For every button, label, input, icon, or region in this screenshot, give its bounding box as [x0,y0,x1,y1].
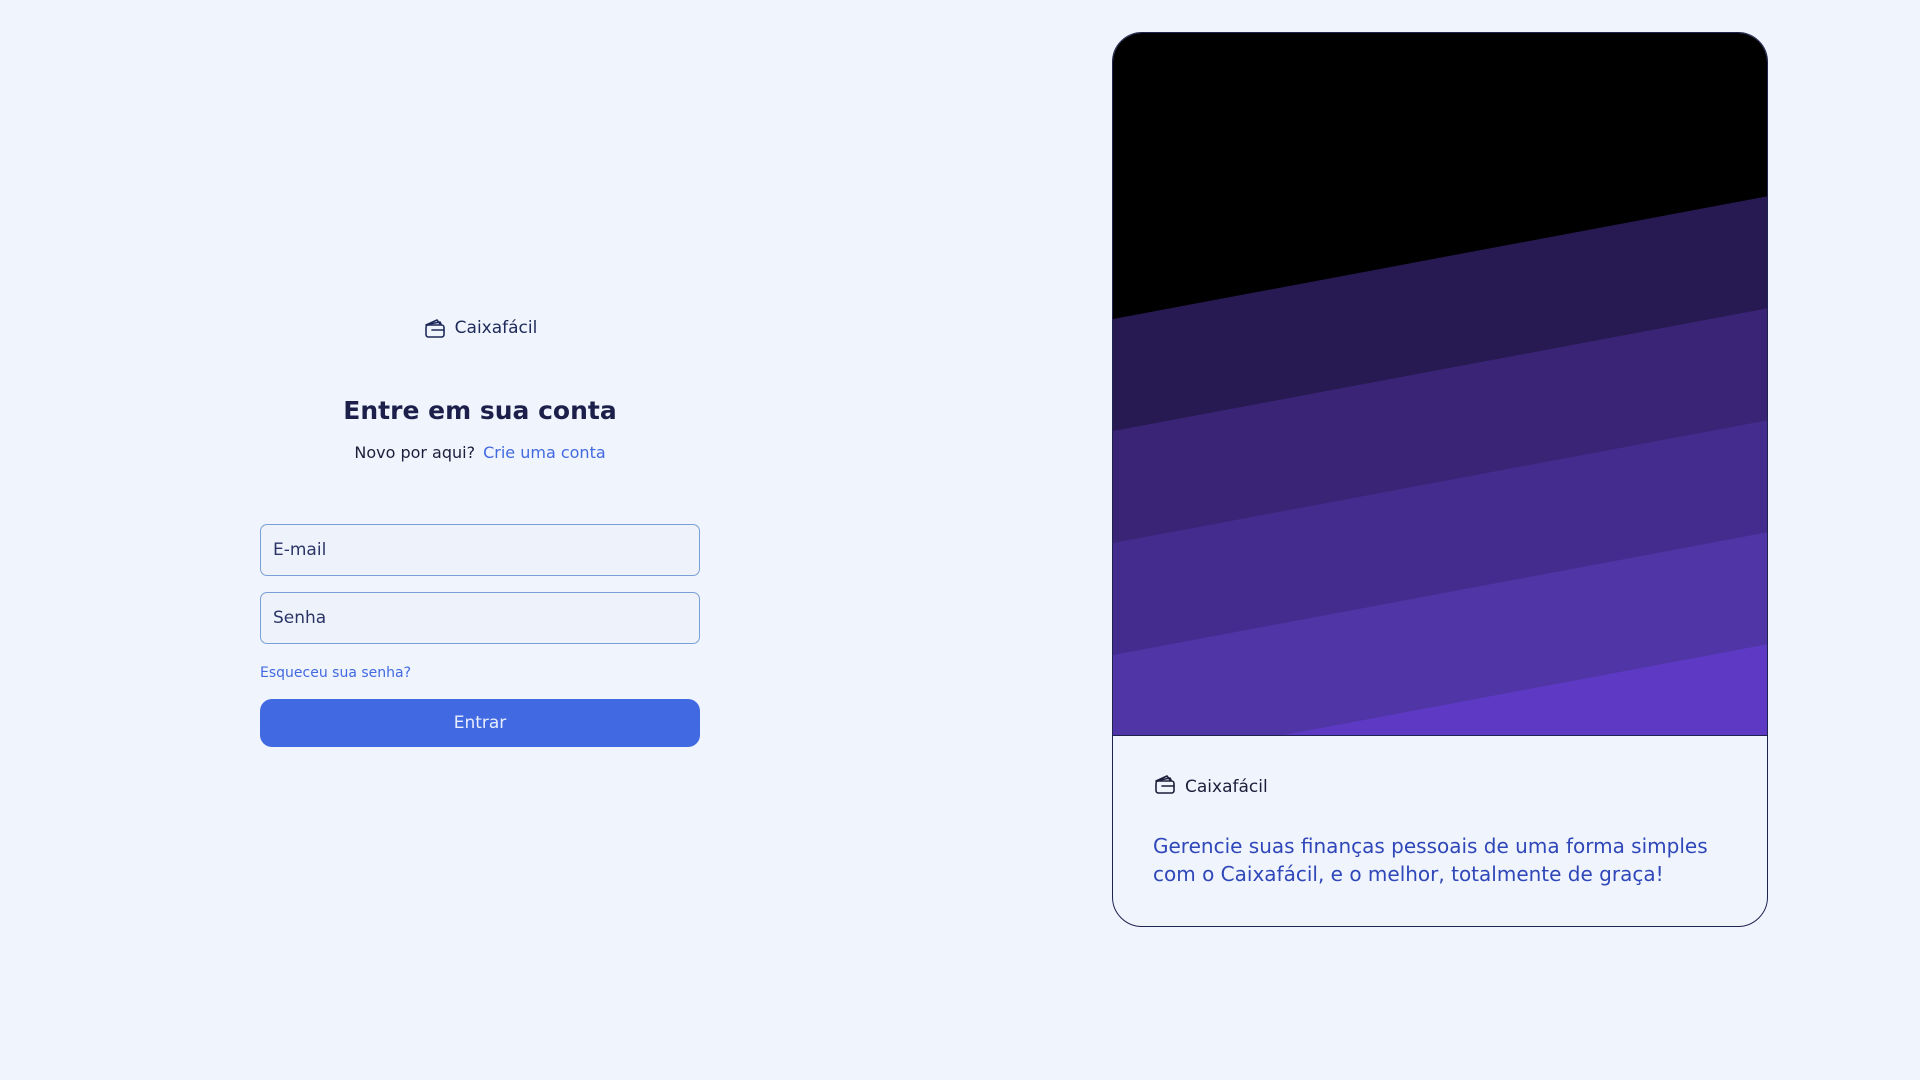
create-account-link[interactable]: Crie uma conta [483,443,606,462]
email-field[interactable] [260,524,700,576]
card-divider [1113,735,1767,736]
promo-message: Gerencie suas finanças pessoais de uma f… [1153,834,1708,886]
promo-content: Caixafácil Gerencie suas finanças pessoa… [1153,773,1743,908]
password-field[interactable] [260,592,700,644]
brand-name: Caixafácil [454,318,538,338]
signup-prompt-row: Novo por aqui? Crie uma conta [354,443,605,462]
login-button[interactable]: Entrar [260,699,700,747]
page-title: Entre em sua conta [343,396,617,425]
promo-brand-name: Caixafácil [1185,776,1268,797]
promo-illustration [1113,33,1767,736]
forgot-password-row: Esqueceu sua senha? [260,662,700,681]
login-page: Caixafácil Entre em sua conta Novo por a… [0,0,1920,1080]
brand-logo: Caixafácil [423,310,538,346]
signup-prompt: Novo por aqui? [354,443,476,462]
wallet-icon [423,317,447,339]
wallet-icon [1153,773,1177,800]
promo-brand: Caixafácil [1153,773,1743,800]
forgot-password-link[interactable]: Esqueceu sua senha? [260,665,411,681]
promo-card: Caixafácil Gerencie suas finanças pessoa… [1112,32,1768,927]
login-panel: Caixafácil Entre em sua conta Novo por a… [260,310,700,747]
